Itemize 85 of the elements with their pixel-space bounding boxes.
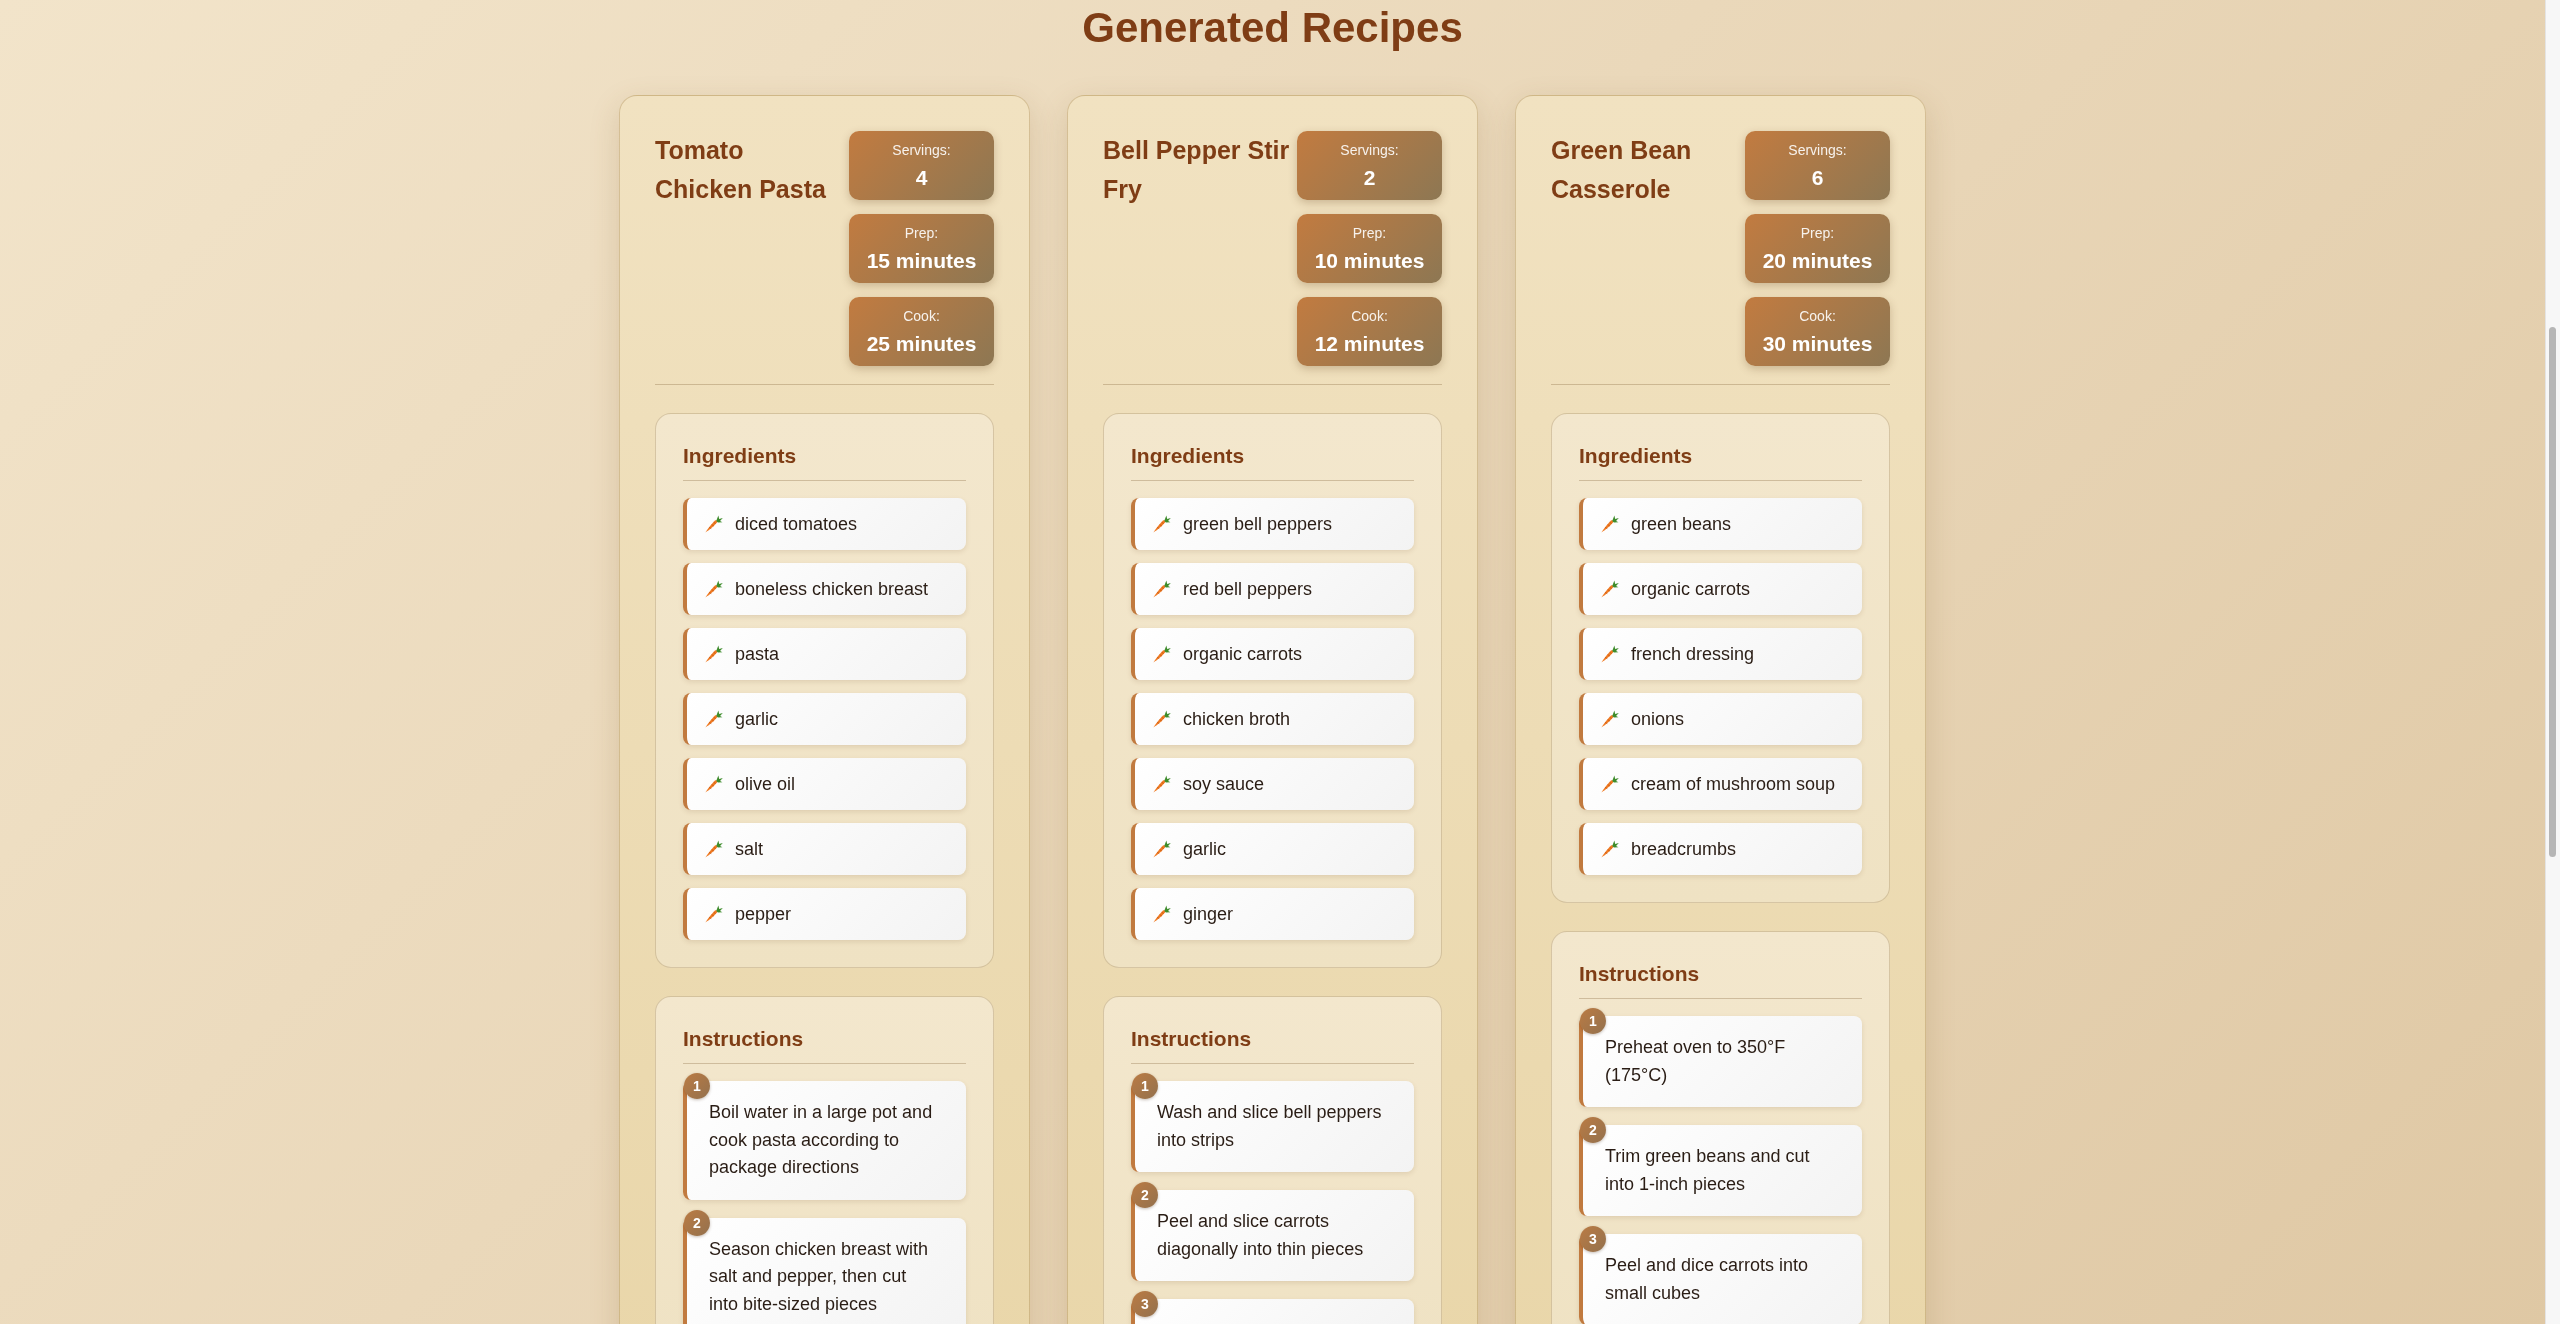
step-number: 1	[1132, 1073, 1158, 1099]
ingredient-name: cream of mushroom soup	[1631, 772, 1836, 796]
stat-label: Cook:	[1350, 308, 1389, 325]
step-text: Season chicken breast with salt and pepper, then cut into bite-sized pieces	[709, 1237, 930, 1316]
step-text: Trim green beans and cut into 1-inch pieces	[1605, 1145, 1811, 1196]
section-heading: Ingredients	[683, 441, 966, 481]
stat-label: Servings:	[1787, 142, 1848, 159]
ingredient-name: soy sauce	[1183, 772, 1265, 796]
recipe-title: Green Bean Casserole	[1551, 135, 1693, 205]
ingredient-name: diced tomatoes	[735, 512, 858, 536]
ingredient-name: olive oil	[735, 772, 796, 796]
carrot-icon	[1153, 645, 1171, 663]
ingredient-name: red bell peppers	[1183, 577, 1313, 601]
stat-value: 30 minutes	[1761, 331, 1874, 357]
carrot-icon	[705, 710, 723, 728]
stat-label: Prep:	[1351, 225, 1388, 242]
step-number: 2	[1132, 1182, 1158, 1208]
ingredient-name: organic carrots	[1183, 642, 1303, 666]
step-number: 1	[684, 1073, 710, 1099]
section-heading: Instructions	[683, 1024, 966, 1064]
step-text: Wash and slice bell peppers into strips	[1157, 1101, 1383, 1152]
stat-value: 15 minutes	[865, 248, 978, 274]
ingredient-name: french dressing	[1631, 642, 1755, 666]
ingredient-name: pasta	[735, 642, 780, 666]
carrot-icon	[1153, 840, 1171, 858]
section-heading: Instructions	[1579, 959, 1862, 999]
ingredient-name: boneless chicken breast	[735, 577, 929, 601]
carrot-icon	[1153, 710, 1171, 728]
step-text: Boil water in a large pot and cook pasta according to package directions	[709, 1101, 934, 1179]
ingredient-name: organic carrots	[1631, 577, 1751, 601]
carrot-icon	[705, 775, 723, 793]
scrollbar-thumb[interactable]	[2549, 327, 2556, 857]
stat-value: 4	[914, 165, 929, 191]
carrot-icon	[705, 580, 723, 598]
ingredient-name: green beans	[1631, 512, 1732, 536]
ingredient-name: chicken broth	[1183, 707, 1291, 731]
carrot-icon	[1153, 515, 1171, 533]
carrot-icon	[1601, 775, 1619, 793]
ingredient-name: garlic	[1183, 837, 1226, 861]
ingredient-name: pepper	[735, 902, 792, 926]
carrot-icon	[705, 840, 723, 858]
step-text: Peel and slice carrots diagonally into thin pieces	[1157, 1210, 1365, 1261]
step-text: Peel and dice carrots into small cubes	[1605, 1254, 1810, 1305]
stat-label: Servings:	[1339, 142, 1400, 159]
stat-label: Servings:	[891, 142, 952, 159]
stat-value: 12 minutes	[1313, 331, 1426, 357]
carrot-icon	[705, 905, 723, 923]
step-number: 2	[1580, 1117, 1606, 1143]
stat-value: 6	[1810, 165, 1825, 191]
carrot-icon	[705, 645, 723, 663]
carrot-icon	[1601, 580, 1619, 598]
carrot-icon	[705, 515, 723, 533]
stat-label: Prep:	[1799, 225, 1836, 242]
stat-label: Prep:	[903, 225, 940, 242]
carrot-icon	[1601, 515, 1619, 533]
stat-value: 10 minutes	[1313, 248, 1426, 274]
step-number: 1	[1580, 1008, 1606, 1034]
ingredient-name: garlic	[735, 707, 778, 731]
carrot-icon	[1601, 645, 1619, 663]
page-title: Generated Recipes	[1081, 3, 1464, 53]
carrot-icon	[1153, 580, 1171, 598]
step-text: Preheat oven to 350°F (175°C)	[1605, 1036, 1787, 1087]
carrot-icon	[1153, 775, 1171, 793]
carrot-icon	[1601, 840, 1619, 858]
ingredient-name: salt	[735, 837, 763, 861]
carrot-icon	[1153, 905, 1171, 923]
step-number: 3	[1132, 1291, 1158, 1317]
ingredient-name: ginger	[1183, 902, 1234, 926]
stat-value: 20 minutes	[1761, 248, 1874, 274]
stat-value: 25 minutes	[865, 331, 978, 357]
step-number: 3	[1580, 1226, 1606, 1252]
recipe-title: Tomato Chicken Pasta	[655, 135, 827, 205]
carrot-icon	[1601, 710, 1619, 728]
section-heading: Instructions	[1131, 1024, 1414, 1064]
step-number: 2	[684, 1209, 710, 1236]
ingredient-name: onions	[1631, 707, 1685, 731]
recipe-title: Bell Pepper Stir Fry	[1103, 135, 1291, 205]
section-heading: Ingredients	[1131, 441, 1414, 481]
section-heading: Ingredients	[1579, 441, 1862, 481]
stat-label: Cook:	[1798, 308, 1837, 325]
stat-value: 2	[1362, 165, 1377, 191]
ingredient-name: green bell peppers	[1183, 512, 1333, 536]
scrollbar[interactable]	[2545, 0, 2560, 1324]
stat-label: Cook:	[902, 308, 941, 325]
ingredient-name: breadcrumbs	[1631, 837, 1737, 861]
